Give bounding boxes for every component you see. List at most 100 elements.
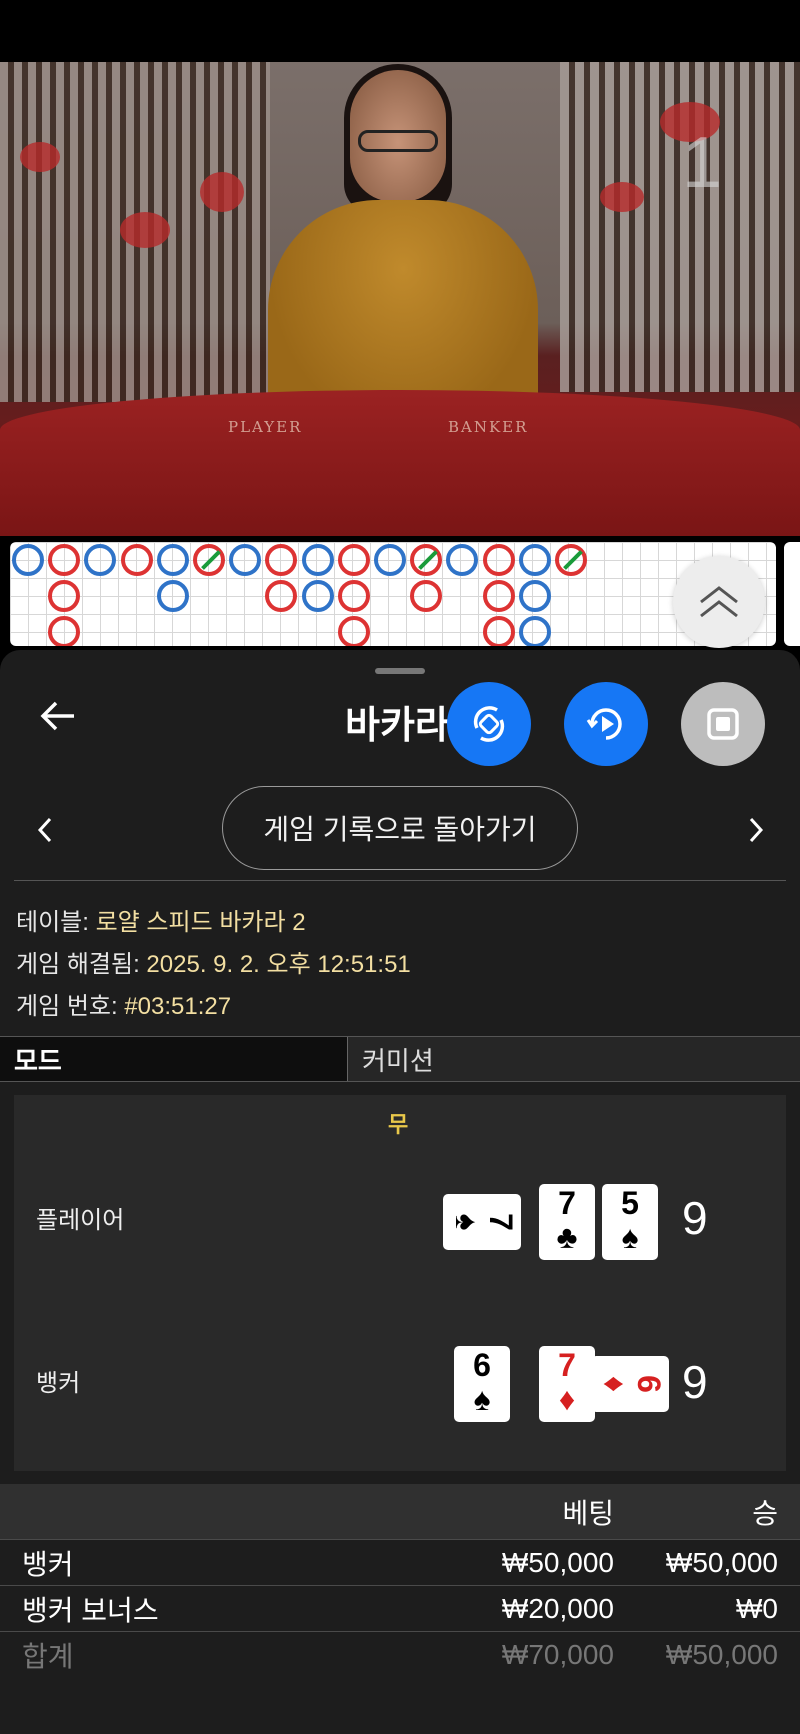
tie-mark — [563, 550, 583, 570]
blossom-decoration — [20, 142, 60, 172]
tie-mark — [418, 550, 439, 570]
tab-commission[interactable]: 커미션 — [348, 1037, 800, 1081]
banker-bead — [265, 544, 298, 576]
banker-bead — [48, 580, 81, 612]
resolved-label: 게임 해결됨: — [16, 951, 140, 978]
playing-card: 7 ♠ — [443, 1194, 521, 1250]
blossom-decoration — [120, 212, 170, 248]
player-bead — [518, 580, 551, 612]
round-number: 1 — [681, 123, 722, 203]
history-nav-row: 게임 기록으로 돌아가기 — [0, 786, 800, 876]
felt-banker-label: BANKER — [448, 418, 529, 436]
card-rank: 6 — [473, 1347, 491, 1383]
card-rank: 6 — [631, 1375, 667, 1393]
blossom-decoration — [200, 172, 244, 212]
banker-bead — [48, 544, 81, 576]
bet-column-header: 베팅 — [562, 1497, 614, 1529]
playing-card: 7 ♦ — [539, 1346, 595, 1422]
card-suit: ♠ — [473, 1381, 491, 1417]
player-bead — [12, 544, 44, 576]
bet-table-header: 베팅 승 — [0, 1484, 800, 1540]
bet-amount: ₩20,000 — [501, 1592, 614, 1624]
blossom-decoration — [600, 182, 644, 212]
next-game-button[interactable] — [741, 812, 771, 848]
double-chevron-up-icon — [700, 586, 738, 618]
status-bar — [0, 0, 800, 62]
banker-bead — [482, 544, 515, 576]
banker-bead — [482, 580, 515, 612]
player-bead — [301, 544, 334, 576]
baccarat-table-felt — [0, 390, 800, 536]
live-dealer-video[interactable]: PLAYER BANKER 1 — [0, 62, 800, 536]
road-map-next-panel — [784, 542, 800, 646]
result-outcome: 무 — [388, 1112, 409, 1137]
previous-game-button[interactable] — [30, 812, 60, 848]
game-number-label: 게임 번호: — [16, 993, 118, 1020]
card-rank: 7 — [558, 1185, 576, 1221]
tie-mark — [201, 550, 221, 570]
banker-bead — [120, 544, 153, 576]
banker-bead — [482, 616, 515, 646]
bet-table: 베팅 승 뱅커 ₩50,000 ₩50,000 뱅커 보너스 ₩20,000 ₩… — [0, 1484, 800, 1678]
arrow-left-icon — [40, 701, 74, 731]
hand-result-panel: 무 플레이어 9 뱅커 9 7 ♠ 7 ♣ 5 ♠ 6 ♠ 7 ♦ 6 ♦ — [14, 1095, 786, 1471]
bead-road-map[interactable] — [10, 542, 776, 646]
player-bead — [156, 544, 189, 576]
total-label: 합계 — [22, 1641, 74, 1672]
player-label: 플레이어 — [36, 1207, 125, 1234]
win-column-header: 승 — [752, 1497, 778, 1529]
chevron-left-icon — [37, 817, 52, 843]
card-rank: 5 — [621, 1185, 639, 1221]
back-to-history-button[interactable]: 게임 기록으로 돌아가기 — [222, 786, 578, 870]
player-bead — [301, 580, 334, 612]
expand-roadmap-button[interactable] — [673, 556, 765, 648]
card-suit: ♦ — [597, 1375, 633, 1393]
player-bead — [229, 544, 262, 576]
banker-bead — [337, 580, 370, 612]
table-row: 뱅커 ₩50,000 ₩50,000 — [0, 1540, 800, 1586]
total-row: 합계 ₩70,000 ₩50,000 — [0, 1632, 800, 1678]
resolved-info: 게임 해결됨: 2025. 9. 2. 오후 12:51:51 — [16, 944, 411, 979]
stop-button[interactable] — [681, 682, 765, 766]
banker-label: 뱅커 — [36, 1370, 81, 1397]
player-score: 9 — [682, 1192, 708, 1244]
playing-card: 6 ♦ — [591, 1356, 669, 1412]
player-bead — [156, 580, 189, 612]
sheet-grabber[interactable] — [375, 668, 425, 674]
divider — [14, 880, 786, 881]
rotate-view-button[interactable] — [447, 682, 531, 766]
banker-bead — [265, 580, 298, 612]
banker-bead — [410, 544, 443, 576]
tab-mode[interactable]: 모드 — [0, 1037, 348, 1081]
total-bet: ₩70,000 — [501, 1639, 614, 1670]
replay-video-button[interactable] — [564, 682, 648, 766]
player-bead — [518, 616, 551, 646]
card-suit: ♠ — [621, 1219, 639, 1255]
card-suit: ♠ — [449, 1213, 485, 1231]
dealer-glasses — [358, 130, 438, 152]
playing-card: 7 ♣ — [539, 1184, 595, 1260]
resolved-value: 2025. 9. 2. 오후 12:51:51 — [146, 951, 411, 978]
banker-score: 9 — [682, 1356, 708, 1408]
table-value: 로얄 스피드 바카라 2 — [95, 909, 306, 936]
player-bead — [374, 544, 406, 576]
banker-bead — [48, 616, 81, 646]
bet-name: 뱅커 — [22, 1548, 74, 1580]
back-button[interactable] — [38, 696, 78, 740]
playing-card: 5 ♠ — [602, 1184, 658, 1260]
card-rank: 7 — [558, 1347, 576, 1383]
banker-bead — [555, 544, 587, 576]
player-bead — [84, 544, 117, 576]
game-number-value: #03:51:27 — [124, 993, 232, 1020]
player-bead — [518, 544, 551, 576]
felt-player-label: PLAYER — [228, 418, 303, 436]
table-row: 뱅커 보너스 ₩20,000 ₩0 — [0, 1586, 800, 1632]
banker-bead — [410, 580, 443, 612]
win-amount: ₩0 — [736, 1592, 778, 1624]
game-number-info: 게임 번호: #03:51:27 — [16, 986, 231, 1021]
banker-bead — [337, 616, 370, 646]
chevron-right-icon — [749, 817, 764, 843]
table-label: 테이블: — [16, 909, 89, 936]
card-suit: ♦ — [558, 1381, 576, 1417]
banker-bead — [193, 544, 225, 576]
